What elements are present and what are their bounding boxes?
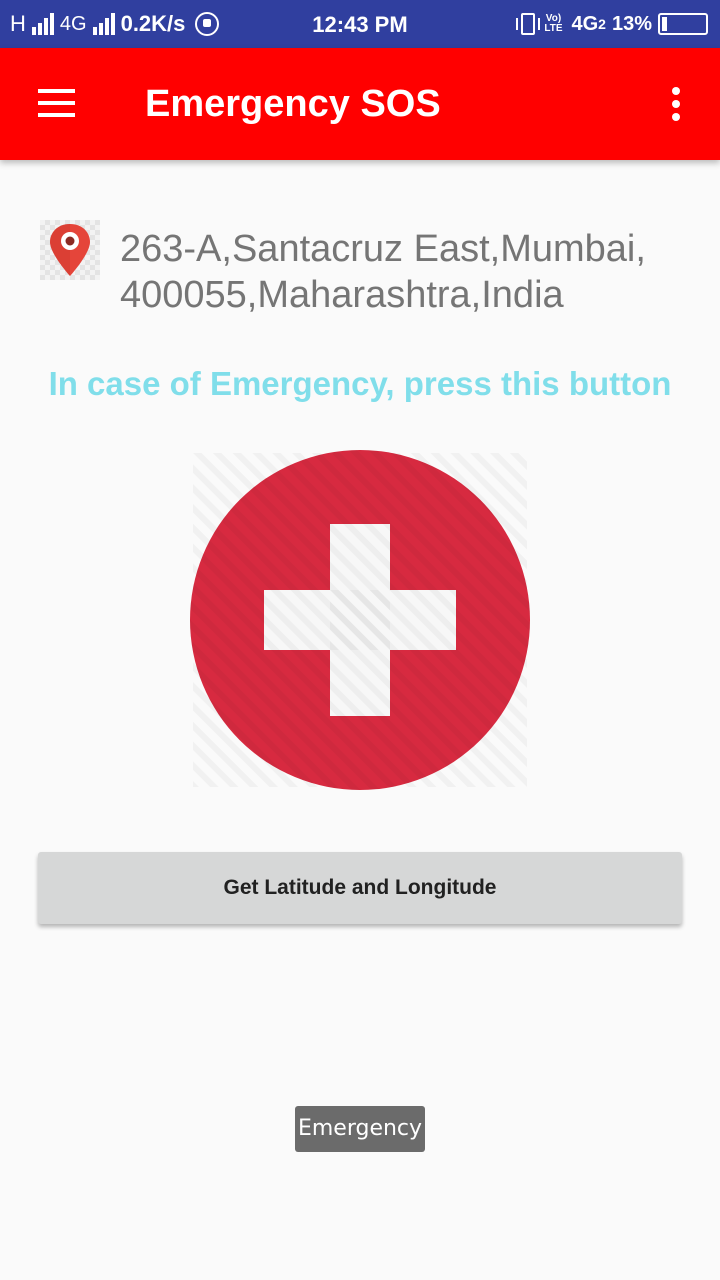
status-bar-right: Vo) LTE 4G 2 13% <box>516 0 708 48</box>
red-cross-icon <box>190 450 530 790</box>
toast-message: Emergency <box>295 1106 425 1152</box>
get-coordinates-button[interactable]: Get Latitude and Longitude <box>38 852 682 924</box>
battery-icon <box>658 13 708 35</box>
volte-icon: Vo) LTE <box>544 13 563 34</box>
emergency-hint: In case of Emergency, press this button <box>48 365 672 402</box>
sim-index: 2 <box>598 16 606 32</box>
current-address: 263-A,Santacruz East,Mumbai, 400055,Maha… <box>120 226 700 318</box>
vibrate-icon <box>516 13 541 35</box>
address-line-2: 400055,Maharashtra,India <box>120 274 564 316</box>
address-line-1: 263-A,Santacruz East,Mumbai, <box>120 228 646 270</box>
sos-button[interactable] <box>190 450 530 790</box>
app-bar: Emergency SOS <box>0 48 720 160</box>
menu-icon[interactable] <box>38 89 75 117</box>
app-title: Emergency SOS <box>145 83 441 125</box>
battery-percent: 13% <box>611 12 652 35</box>
network-type-2: 4G <box>571 12 599 35</box>
overflow-menu-icon[interactable] <box>666 84 686 124</box>
status-bar: H 4G 0.2K/s 12:43 PM Vo) LTE 4G 2 13% <box>0 0 720 48</box>
location-pin-icon <box>40 220 100 280</box>
